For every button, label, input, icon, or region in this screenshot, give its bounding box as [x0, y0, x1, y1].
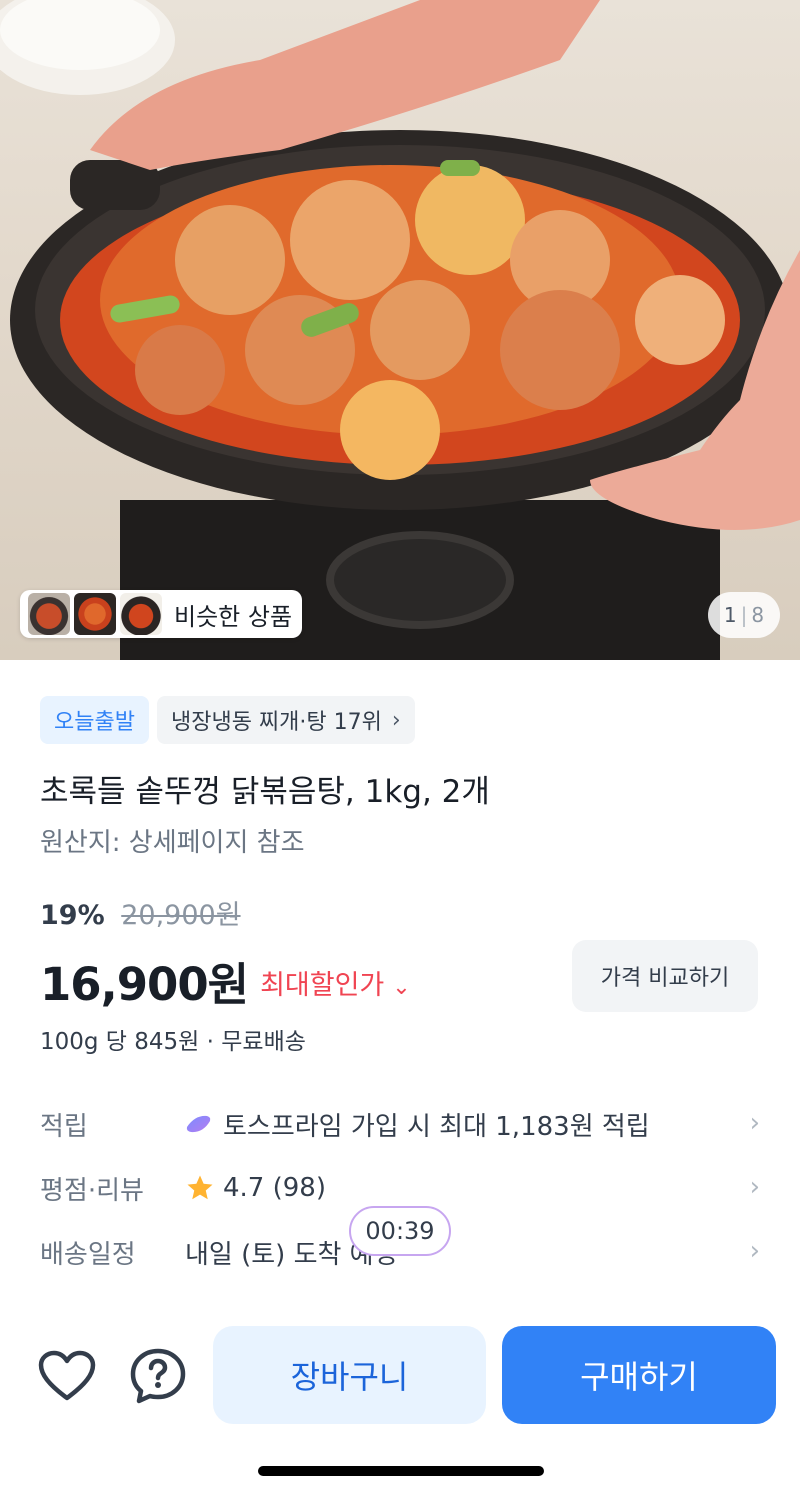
original-price: 20,900원	[121, 900, 241, 931]
product-origin: 원산지: 상세페이지 참조	[40, 828, 305, 858]
sale-price: 16,900원	[40, 958, 249, 1011]
home-indicator	[258, 1466, 544, 1476]
timer-badge: 00:39	[349, 1206, 451, 1256]
delivery-label: 배송일정	[40, 1239, 136, 1270]
similar-thumb-2	[74, 593, 116, 635]
rating-value: 4.7 (98)	[223, 1173, 326, 1203]
points-value-wrap: 토스프라임 가입 시 최대 1,183원 적립	[185, 1106, 650, 1143]
star-icon	[187, 1175, 213, 1200]
rating-label: 평점·리뷰	[40, 1175, 144, 1206]
category-ranking-link[interactable]: 냉장냉동 찌개·탕 17위 ›	[156, 696, 415, 744]
rating-row[interactable]: 평점·리뷰 4.7 (98) ›	[40, 1166, 760, 1210]
points-value: 토스프라임 가입 시 최대 1,183원 적립	[223, 1111, 650, 1142]
similar-thumb-3	[120, 593, 162, 635]
buy-now-button[interactable]: 구매하기	[502, 1326, 776, 1424]
chevron-down-icon: ⌄	[392, 975, 411, 1000]
product-image[interactable]: 비슷한 상품 1 | 8	[0, 0, 800, 660]
question-bubble-icon	[130, 1348, 186, 1404]
unit-price-shipping: 100g 당 845원 · 무료배송	[40, 1029, 306, 1055]
chevron-right-icon: ›	[391, 707, 401, 733]
today-shipping-badge: 오늘출발	[40, 696, 149, 744]
toss-prime-icon	[186, 1115, 211, 1133]
discount-row: 19% 20,900원	[40, 893, 241, 932]
points-row[interactable]: 적립 토스프라임 가입 시 최대 1,183원 적립 ›	[40, 1102, 760, 1146]
discount-percent: 19%	[40, 900, 105, 931]
inquiry-button[interactable]	[128, 1346, 188, 1406]
wishlist-button[interactable]	[37, 1346, 97, 1406]
rating-value-wrap: 4.7 (98)	[185, 1173, 326, 1203]
pager-separator: |	[740, 603, 748, 627]
similar-products-label: 비슷한 상품	[174, 602, 293, 631]
category-ranking-label: 냉장냉동 찌개·탕 17위	[170, 710, 382, 735]
chevron-right-icon: ›	[749, 1108, 760, 1138]
similar-thumb-1	[28, 593, 70, 635]
chevron-right-icon: ›	[749, 1236, 760, 1266]
max-discount-toggle[interactable]: 최대할인가 ⌄	[260, 963, 411, 1002]
pager-current: 1	[723, 603, 737, 627]
product-photo	[0, 0, 800, 660]
price-row: 16,900원 최대할인가 ⌄	[40, 948, 411, 1013]
similar-products-chip[interactable]: 비슷한 상품	[20, 590, 302, 638]
add-to-cart-button[interactable]: 장바구니	[213, 1326, 486, 1424]
max-discount-label: 최대할인가	[260, 970, 385, 1001]
product-title: 초록들 솥뚜껑 닭볶음탕, 1kg, 2개	[40, 774, 490, 810]
product-tags: 오늘출발 냉장냉동 찌개·탕 17위 ›	[40, 696, 415, 744]
points-label: 적립	[40, 1111, 88, 1142]
chevron-right-icon: ›	[749, 1172, 760, 1202]
pager-total: 8	[751, 603, 765, 627]
compare-price-button[interactable]: 가격 비교하기	[572, 940, 758, 1012]
image-pager: 1 | 8	[708, 592, 780, 638]
heart-icon	[38, 1350, 96, 1401]
today-shipping-label: 오늘출발	[54, 710, 135, 735]
